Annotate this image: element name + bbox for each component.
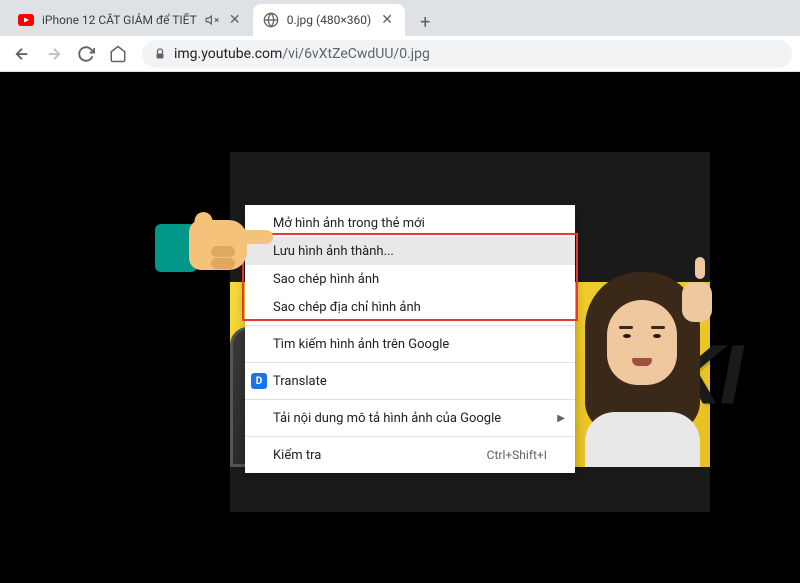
translate-icon: D [251, 373, 267, 389]
lock-icon [154, 47, 166, 61]
youtube-icon [18, 12, 34, 28]
reload-button[interactable] [72, 40, 100, 68]
tab-title: 0.jpg (480×360) [287, 13, 371, 27]
new-tab-button[interactable]: + [411, 8, 439, 36]
ctx-get-image-description[interactable]: Tải nội dung mô tả hình ảnh của Google ▶ [245, 404, 575, 432]
ctx-inspect[interactable]: Kiểm tra Ctrl+Shift+I [245, 441, 575, 469]
back-button[interactable] [8, 40, 36, 68]
home-button[interactable] [104, 40, 132, 68]
shortcut-text: Ctrl+Shift+I [487, 448, 547, 462]
address-bar[interactable]: img.youtube.com/vi/6vXtZeCwdUU/0.jpg [142, 40, 792, 68]
ctx-search-google[interactable]: Tìm kiếm hình ảnh trên Google [245, 330, 575, 358]
separator [245, 362, 575, 363]
tab-strip: iPhone 12 CẮT GIẢM để TIẾT ✕ 0.jpg (480×… [0, 0, 800, 36]
close-icon[interactable]: ✕ [227, 12, 243, 28]
ctx-copy-image[interactable]: Sao chép hình ảnh [245, 265, 575, 293]
tab-title: iPhone 12 CẮT GIẢM để TIẾT [42, 13, 197, 27]
globe-icon [263, 12, 279, 28]
context-menu: Mở hình ảnh trong thẻ mới Lưu hình ảnh t… [245, 205, 575, 473]
ctx-copy-image-address[interactable]: Sao chép địa chỉ hình ảnh [245, 293, 575, 321]
forward-button [40, 40, 68, 68]
person-graphic [565, 272, 720, 467]
separator [245, 399, 575, 400]
muted-icon[interactable] [205, 13, 219, 27]
close-icon[interactable]: ✕ [379, 12, 395, 28]
browser-toolbar: img.youtube.com/vi/6vXtZeCwdUU/0.jpg [0, 36, 800, 72]
tab-inactive[interactable]: iPhone 12 CẮT GIẢM để TIẾT ✕ [8, 4, 253, 36]
ctx-translate[interactable]: D Translate [245, 367, 575, 395]
url-text: img.youtube.com/vi/6vXtZeCwdUU/0.jpg [174, 46, 430, 62]
chevron-right-icon: ▶ [557, 413, 565, 424]
ctx-save-image-as[interactable]: Lưu hình ảnh thành... [245, 237, 575, 265]
ctx-open-new-tab[interactable]: Mở hình ảnh trong thẻ mới [245, 209, 575, 237]
tab-active[interactable]: 0.jpg (480×360) ✕ [253, 4, 405, 36]
separator [245, 325, 575, 326]
separator [245, 436, 575, 437]
